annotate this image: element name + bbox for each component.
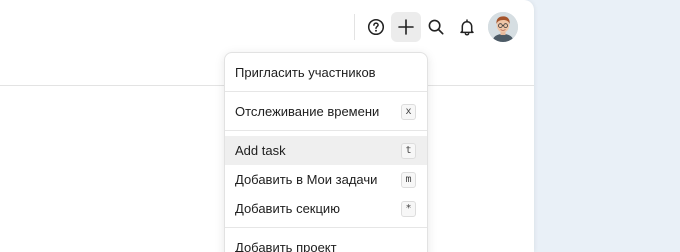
toolbar-separator (354, 14, 355, 40)
menu-divider (225, 227, 427, 228)
menu-item-time-tracking[interactable]: Отслеживание времени x (225, 97, 427, 126)
menu-item-invite-members[interactable]: Пригласить участников (225, 58, 427, 87)
menu-item-label: Отслеживание времени (235, 104, 380, 119)
plus-icon (397, 18, 415, 36)
help-button[interactable] (361, 12, 391, 42)
menu-item-add-to-my-tasks[interactable]: Добавить в Мои задачи m (225, 165, 427, 194)
menu-item-add-section[interactable]: Добавить секцию * (225, 194, 427, 223)
search-icon (427, 18, 445, 36)
menu-item-add-task[interactable]: Add task t (225, 136, 427, 165)
shortcut-badge: t (401, 142, 416, 159)
menu-item-label: Пригласить участников (235, 65, 376, 80)
menu-divider (225, 130, 427, 131)
menu-item-label: Добавить секцию (235, 201, 340, 216)
shortcut-badge: m (401, 171, 416, 188)
menu-item-label: Добавить в Мои задачи (235, 172, 378, 187)
add-button[interactable] (391, 12, 421, 42)
shortcut-badge: * (401, 200, 416, 217)
notifications-button[interactable] (452, 12, 482, 42)
bell-icon (458, 18, 476, 36)
menu-item-label: Add task (235, 143, 286, 158)
user-avatar[interactable] (488, 12, 518, 42)
add-dropdown-menu: Пригласить участников Отслеживание време… (224, 52, 428, 252)
help-circle-icon (367, 18, 385, 36)
menu-item-add-project[interactable]: Добавить проект (225, 233, 427, 252)
search-button[interactable] (421, 12, 451, 42)
menu-item-label: Добавить проект (235, 240, 337, 252)
shortcut-badge: x (401, 103, 416, 120)
menu-divider (225, 91, 427, 92)
